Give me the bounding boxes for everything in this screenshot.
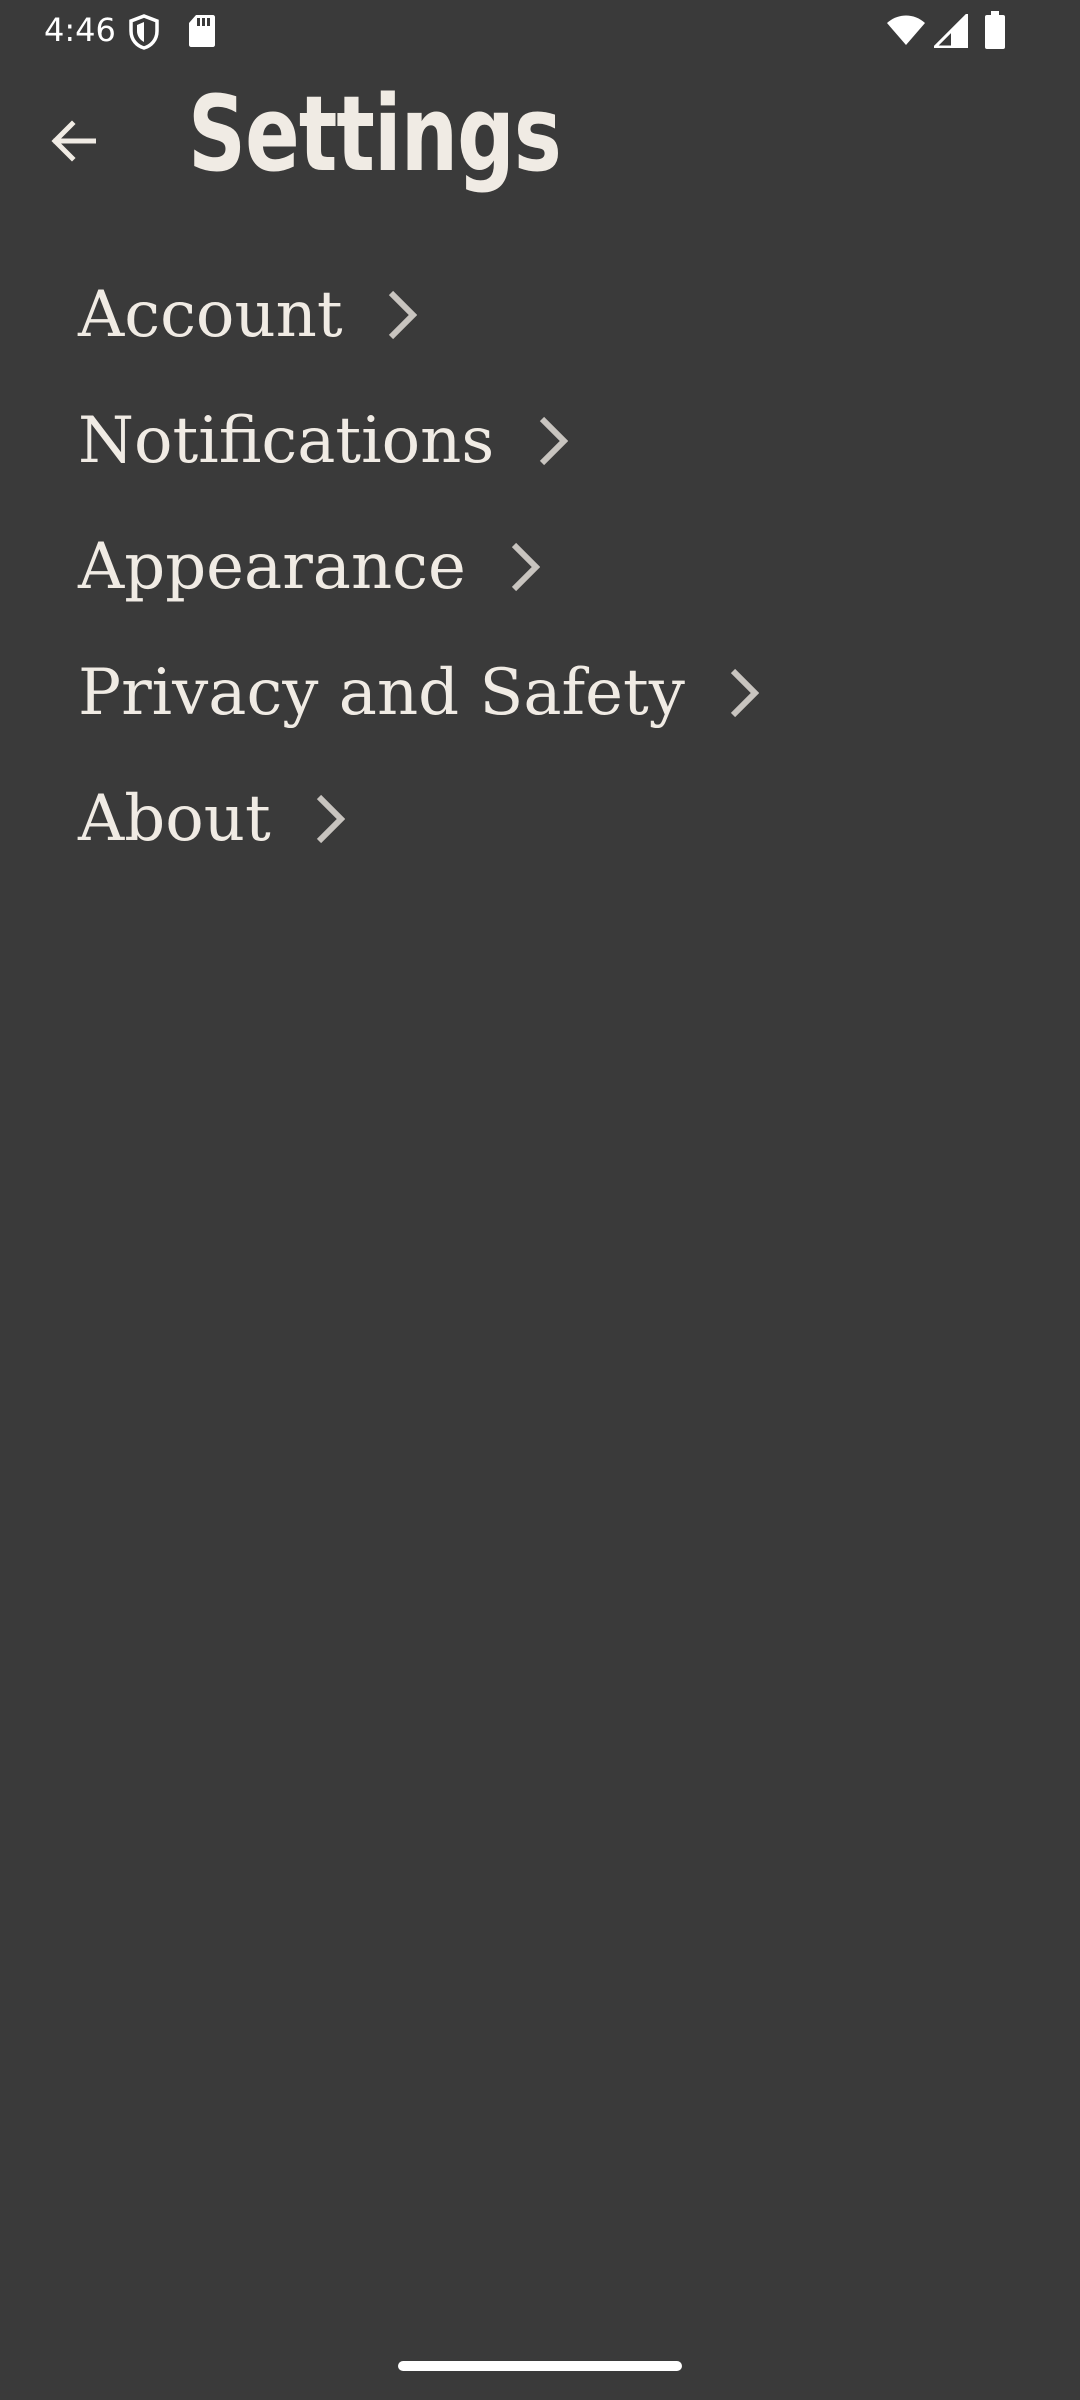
sd-card-icon [189, 15, 215, 47]
settings-item-about[interactable]: About [78, 756, 1038, 882]
settings-item-appearance[interactable]: Appearance [78, 504, 1038, 630]
chevron-right-icon [729, 667, 759, 719]
app-bar: Settings [0, 62, 1080, 212]
gesture-nav-bar[interactable] [398, 2361, 682, 2371]
settings-item-label: Appearance [78, 530, 466, 604]
settings-item-label: Notifications [78, 404, 495, 478]
chevron-right-icon [315, 793, 345, 845]
chevron-right-icon [387, 289, 417, 341]
settings-item-privacy-and-safety[interactable]: Privacy and Safety [78, 630, 1038, 756]
wifi-icon [887, 15, 925, 45]
settings-item-label: Privacy and Safety [78, 656, 685, 730]
status-bar: 4:46 [0, 0, 1080, 62]
battery-icon [985, 11, 1005, 49]
settings-list: Account Notifications Appearance Privacy… [78, 252, 1038, 882]
settings-item-notifications[interactable]: Notifications [78, 378, 1038, 504]
chevron-right-icon [510, 541, 540, 593]
page-title: Settings [188, 73, 562, 195]
settings-item-label: About [78, 782, 271, 856]
status-time: 4:46 [44, 11, 116, 49]
arrow-back-icon [51, 120, 96, 162]
cellular-signal-icon [934, 14, 968, 48]
settings-item-account[interactable]: Account [78, 252, 1038, 378]
settings-item-label: Account [78, 278, 343, 352]
back-button[interactable] [36, 104, 110, 178]
shield-icon [129, 14, 159, 50]
chevron-right-icon [538, 415, 569, 467]
